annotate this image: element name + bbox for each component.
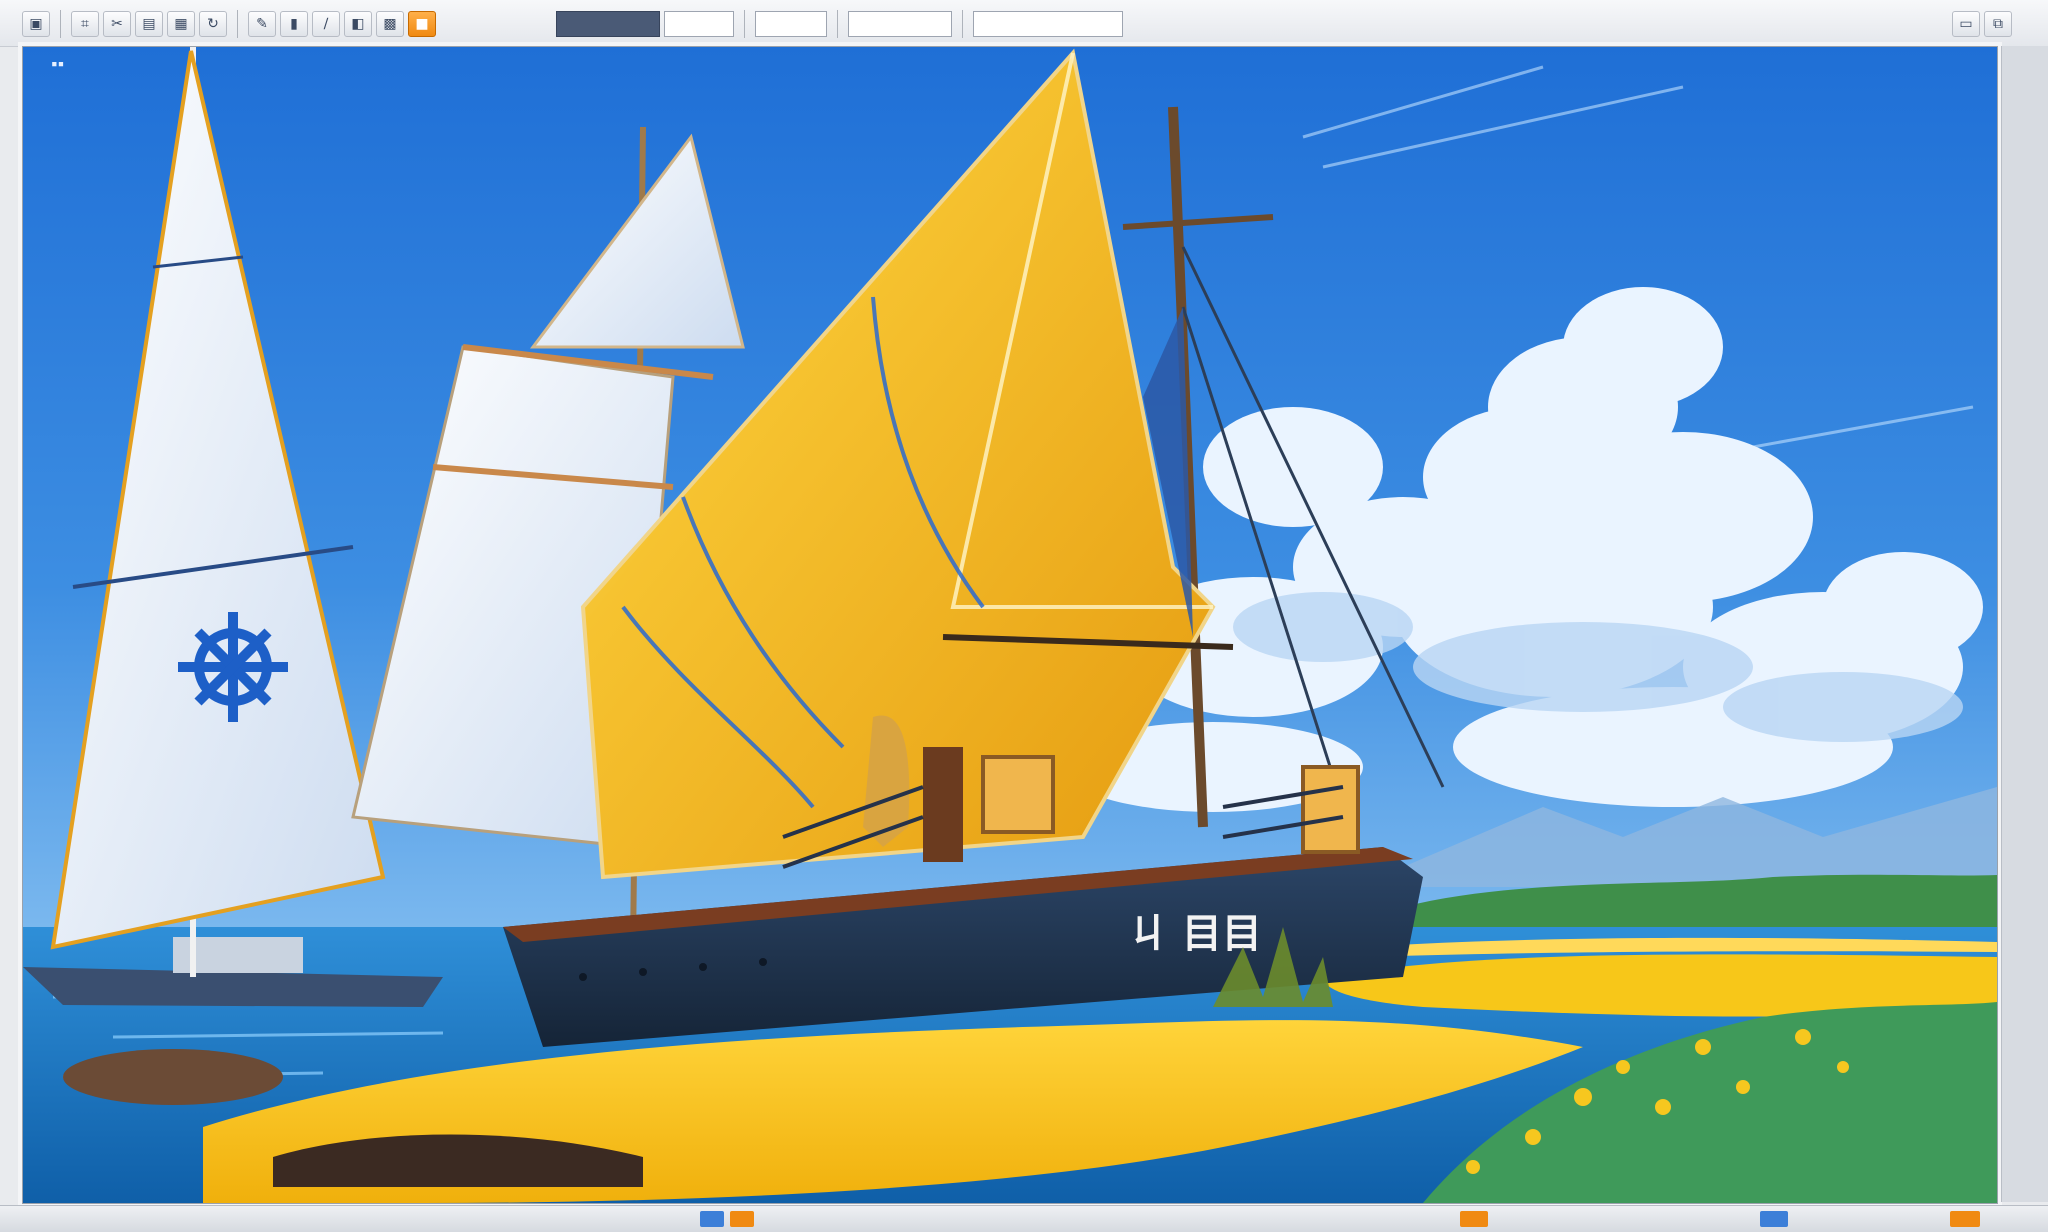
canvas-corner-label: ▪▪	[51, 57, 65, 70]
rotate-icon[interactable]: ↻	[199, 11, 227, 37]
deck-cabin	[923, 747, 963, 862]
fill-icon[interactable]: ▩	[376, 11, 404, 37]
pencil-glyph: ✎	[256, 16, 268, 32]
brush-glyph: ▮	[290, 16, 298, 32]
layer-selector[interactable]	[556, 11, 660, 37]
status-bar	[0, 1205, 2048, 1232]
image-glyph: ▣	[29, 16, 43, 32]
toolbar-divider	[837, 10, 838, 38]
scissors-icon[interactable]: ✂	[103, 11, 131, 37]
shape-glyph: ◧	[351, 16, 365, 32]
restore-glyph: ⧉	[1993, 16, 2003, 32]
rock	[63, 1049, 283, 1105]
pencil-icon[interactable]: ✎	[248, 11, 276, 37]
status-color-chip[interactable]	[1460, 1211, 1488, 1227]
color-swatch-glyph: ■	[415, 16, 429, 32]
toolbar: ▣ ⌗ ✂ ▤ ▦ ↻ ✎ ▮ ∕ ◧ ▩ ■ ▭ ⧉	[0, 0, 2048, 47]
toolbar-divider	[237, 10, 238, 38]
color-swatch-icon[interactable]: ■	[408, 11, 436, 37]
status-color-chip[interactable]	[1950, 1211, 1980, 1227]
toolbar-divider	[962, 10, 963, 38]
grid-icon[interactable]: ▦	[167, 11, 195, 37]
painting: ㄐ 目目	[23, 47, 1997, 1203]
crop-glyph: ⌗	[81, 16, 89, 32]
brush-icon[interactable]: ▮	[280, 11, 308, 37]
toolbar-fields	[556, 10, 1123, 38]
clipboard-icon[interactable]: ▤	[135, 11, 163, 37]
status-color-chip[interactable]	[730, 1211, 754, 1227]
toolbar-divider	[744, 10, 745, 38]
window-icon[interactable]: ▭	[1952, 11, 1980, 37]
image-icon[interactable]: ▣	[22, 11, 50, 37]
status-color-chip[interactable]	[700, 1211, 724, 1227]
size-field[interactable]	[664, 11, 734, 37]
rotate-glyph: ↻	[207, 16, 219, 32]
toolbar-tools: ▣ ⌗ ✂ ▤ ▦ ↻ ✎ ▮ ∕ ◧ ▩ ■	[22, 10, 436, 38]
scissors-glyph: ✂	[111, 16, 123, 32]
line-glyph: ∕	[323, 16, 329, 32]
info-field[interactable]	[848, 11, 952, 37]
status-color-chip[interactable]	[1760, 1211, 1788, 1227]
grid-glyph: ▦	[174, 16, 188, 32]
restore-icon[interactable]: ⧉	[1984, 11, 2012, 37]
zoom-field[interactable]	[755, 11, 827, 37]
stern-crate	[1301, 765, 1360, 854]
deck-crate	[981, 755, 1055, 834]
shape-icon[interactable]: ◧	[344, 11, 372, 37]
crop-icon[interactable]: ⌗	[71, 11, 99, 37]
window-controls: ▭ ⧉	[1952, 10, 2012, 38]
fill-glyph: ▩	[383, 16, 397, 32]
right-panel-edge[interactable]	[2001, 46, 2048, 1202]
line-icon[interactable]: ∕	[312, 11, 340, 37]
window-glyph: ▭	[1959, 16, 1973, 32]
clipboard-glyph: ▤	[142, 16, 156, 32]
image-canvas[interactable]: ㄐ 目目 ▪▪	[22, 46, 1998, 1204]
toolbar-divider	[60, 10, 61, 38]
properties-field[interactable]	[973, 11, 1123, 37]
